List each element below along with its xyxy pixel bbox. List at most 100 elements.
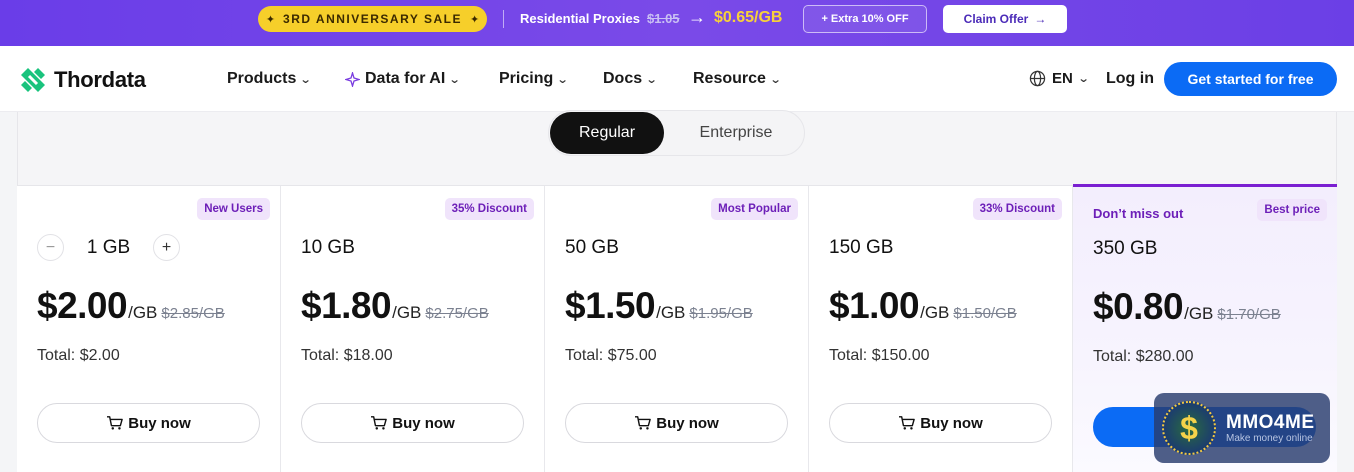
plan-badge: 33% Discount xyxy=(972,198,1062,220)
promo-old-price: $1.05 xyxy=(647,11,680,26)
tab-enterprise[interactable]: Enterprise xyxy=(675,112,797,154)
brand-name: Thordata xyxy=(54,67,146,92)
watermark-subtitle: Make money online xyxy=(1226,433,1313,444)
language-label: EN xyxy=(1052,70,1073,87)
plan-price: $2.00 /GB $2.85/GB xyxy=(37,285,225,327)
buy-now-button[interactable]: Buy now xyxy=(565,403,788,443)
chevron-down-icon: ⌄ xyxy=(299,73,312,86)
top-navigation: Thordata Products ⌄ Data for AI ⌄ Pricin… xyxy=(0,46,1354,112)
sparkle-icon: ✦ xyxy=(265,13,276,26)
price-unit: /GB xyxy=(920,303,950,322)
cart-icon xyxy=(635,416,652,430)
promo-divider xyxy=(503,10,504,28)
plan-total: Total: $2.00 xyxy=(37,347,120,364)
cart-icon xyxy=(371,416,388,430)
buy-now-label: Buy now xyxy=(392,414,455,432)
anniversary-sale-badge[interactable]: ✦ 3RD ANNIVERSARY SALE ✦ xyxy=(258,6,487,32)
plan-total: Total: $150.00 xyxy=(829,347,930,364)
plan-total: Total: $75.00 xyxy=(565,347,657,364)
plan-size: 150 GB xyxy=(829,237,894,258)
quantity-value: 1 GB xyxy=(86,236,131,258)
plan-badge: New Users xyxy=(197,198,270,220)
price-unit: /GB xyxy=(1184,304,1214,323)
buy-now-label: Buy now xyxy=(656,414,719,432)
nav-docs[interactable]: Docs ⌄ xyxy=(603,70,658,88)
sale-label: 3RD ANNIVERSARY SALE xyxy=(283,12,462,26)
promo-banner: ✦ 3RD ANNIVERSARY SALE ✦ Residential Pro… xyxy=(0,0,1354,46)
buy-now-button[interactable]: Buy now xyxy=(829,403,1052,443)
plan-price: $0.80 /GB $1.70/GB xyxy=(1093,286,1281,328)
buy-now-label: Buy now xyxy=(128,414,191,432)
plan-badge: 35% Discount xyxy=(444,198,534,220)
original-price: $2.75/GB xyxy=(425,305,489,322)
get-started-button[interactable]: Get started for free xyxy=(1164,62,1337,96)
plan-size: 350 GB xyxy=(1093,238,1158,259)
decrement-button[interactable]: − xyxy=(37,234,64,261)
plan-size: 50 GB xyxy=(565,237,619,258)
increment-button[interactable]: + xyxy=(153,234,180,261)
globe-icon xyxy=(1029,70,1046,87)
watermark-title: MMO4ME xyxy=(1226,412,1315,433)
nav-products[interactable]: Products ⌄ xyxy=(227,70,312,88)
watermark-logo: $ MMO4ME Make money online xyxy=(1154,393,1330,463)
price-unit: /GB xyxy=(392,303,422,322)
language-selector[interactable]: EN ⌄ xyxy=(1029,70,1090,87)
chevron-down-icon: ⌄ xyxy=(448,73,461,86)
plan-card: Most Popular 50 GB $1.50 /GB $1.95/GB To… xyxy=(545,186,809,472)
price-value: $1.00 xyxy=(829,285,920,326)
cart-icon xyxy=(107,416,124,430)
chevron-down-icon: ⌄ xyxy=(556,73,569,86)
dollar-coin-icon: $ xyxy=(1162,401,1216,455)
sparkle-icon xyxy=(345,71,360,87)
original-price: $1.50/GB xyxy=(953,305,1017,322)
quantity-stepper: − 1 GB + xyxy=(37,234,180,261)
promo-new-price: $0.65/GB xyxy=(714,9,783,26)
plan-card: New Users − 1 GB + $2.00 /GB $2.85/GB To… xyxy=(17,186,281,472)
promo-product: Residential Proxies xyxy=(520,11,640,26)
plan-type-toggle: Regular Enterprise xyxy=(548,110,805,156)
plan-badge: Best price xyxy=(1257,199,1327,221)
plan-card: 33% Discount 150 GB $1.00 /GB $1.50/GB T… xyxy=(809,186,1073,472)
nav-data-for-ai[interactable]: Data for AI ⌄ xyxy=(345,70,461,88)
plan-badge: Most Popular xyxy=(711,198,798,220)
original-price: $2.85/GB xyxy=(161,305,225,322)
price-value: $0.80 xyxy=(1093,286,1184,327)
cart-icon xyxy=(899,416,916,430)
chevron-down-icon: ⌄ xyxy=(645,73,658,86)
buy-now-label: Buy now xyxy=(920,414,983,432)
nav-data-for-ai-label: Data for AI xyxy=(365,70,446,87)
original-price: $1.70/GB xyxy=(1217,306,1281,323)
original-price: $1.95/GB xyxy=(689,305,753,322)
plan-size: 10 GB xyxy=(301,237,355,258)
arrow-right-icon: → xyxy=(1034,12,1047,26)
plan-total: Total: $280.00 xyxy=(1093,348,1194,365)
nav-resource-label: Resource xyxy=(693,70,766,87)
plan-card: 35% Discount 10 GB $1.80 /GB $2.75/GB To… xyxy=(281,186,545,472)
nav-products-label: Products xyxy=(227,70,297,87)
price-unit: /GB xyxy=(128,303,158,322)
claim-offer-button[interactable]: Claim Offer → xyxy=(943,5,1067,33)
price-value: $1.50 xyxy=(565,285,656,326)
plan-price: $1.00 /GB $1.50/GB xyxy=(829,285,1017,327)
extra-discount-badge[interactable]: + Extra 10% OFF xyxy=(803,5,927,33)
plan-price: $1.80 /GB $2.75/GB xyxy=(301,285,489,327)
plan-total: Total: $18.00 xyxy=(301,347,393,364)
buy-now-button[interactable]: Buy now xyxy=(37,403,260,443)
sparkle-icon: ✦ xyxy=(469,13,480,26)
brand-logo[interactable]: Thordata xyxy=(18,65,146,95)
login-link[interactable]: Log in xyxy=(1106,70,1154,88)
price-unit: /GB xyxy=(656,303,686,322)
nav-pricing[interactable]: Pricing ⌄ xyxy=(499,70,569,88)
dont-miss-label: Don’t miss out xyxy=(1093,206,1184,221)
buy-now-button[interactable]: Buy now xyxy=(301,403,524,443)
claim-offer-label: Claim Offer xyxy=(963,12,1029,26)
arrow-right-icon: → xyxy=(688,7,706,27)
nav-resource[interactable]: Resource ⌄ xyxy=(693,70,782,88)
nav-docs-label: Docs xyxy=(603,70,643,87)
plan-price: $1.50 /GB $1.95/GB xyxy=(565,285,753,327)
tab-regular[interactable]: Regular xyxy=(550,112,664,154)
chevron-down-icon: ⌄ xyxy=(1077,73,1090,85)
price-value: $2.00 xyxy=(37,285,128,326)
chevron-down-icon: ⌄ xyxy=(769,73,782,86)
pricing-cards: New Users − 1 GB + $2.00 /GB $2.85/GB To… xyxy=(17,184,1337,472)
